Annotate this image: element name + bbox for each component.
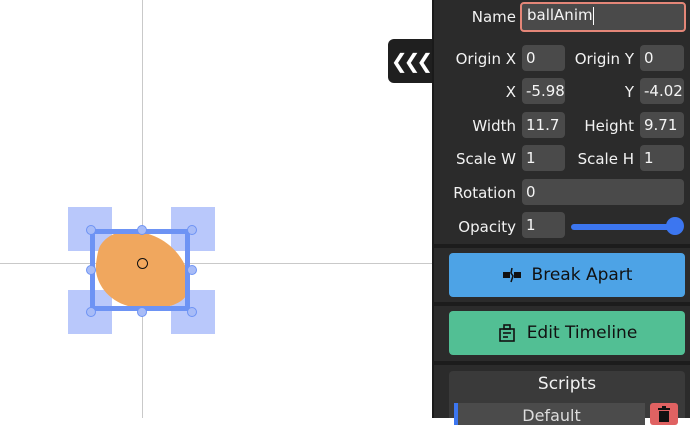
resize-handle-top-left[interactable] (86, 225, 96, 235)
break-apart-button[interactable]: Break Apart (449, 253, 685, 297)
width-label: Width (472, 117, 516, 135)
resize-handle-bottom-right[interactable] (187, 307, 197, 317)
ball-shape[interactable] (0, 0, 432, 418)
chevrons-left-icon: ❮❮❮ (390, 49, 433, 73)
scale-w-label: Scale W (456, 150, 516, 168)
height-input[interactable]: 9.71 (640, 112, 684, 138)
x-input[interactable]: -5.98 (522, 78, 565, 104)
width-input[interactable]: 11.7 (522, 112, 565, 138)
break-apart-label: Break Apart (531, 265, 633, 285)
rotation-label: Rotation (453, 184, 516, 202)
resize-handle-bottom[interactable] (137, 307, 147, 317)
section-divider (434, 361, 690, 365)
resize-handle-left[interactable] (86, 265, 96, 275)
origin-x-label: Origin X (455, 50, 516, 68)
text-cursor (592, 6, 594, 25)
origin-x-input[interactable]: 0 (522, 45, 565, 71)
section-divider (434, 244, 690, 248)
resize-handle-right[interactable] (187, 265, 197, 275)
name-input-value: ballAnim (527, 6, 593, 24)
y-label: Y (624, 83, 634, 101)
edit-timeline-label: Edit Timeline (526, 323, 638, 343)
height-label: Height (584, 117, 634, 135)
origin-point[interactable] (137, 258, 148, 269)
stage-canvas[interactable] (0, 0, 432, 418)
timeline-icon (498, 324, 515, 342)
selection-box[interactable] (90, 229, 190, 311)
break-apart-icon (502, 267, 521, 283)
trash-icon (658, 406, 670, 422)
x-label: X (505, 83, 516, 101)
opacity-slider-thumb[interactable] (666, 217, 684, 235)
delete-script-button[interactable] (650, 403, 678, 425)
scale-h-label: Scale H (577, 150, 634, 168)
section-divider (434, 302, 690, 306)
y-input[interactable]: -4.02 (640, 78, 684, 104)
opacity-label: Opacity (458, 218, 516, 236)
scale-h-input[interactable]: 1 (640, 145, 684, 171)
scripts-title: Scripts (537, 374, 597, 394)
resize-handle-top-right[interactable] (187, 225, 197, 235)
name-input[interactable]: ballAnim (520, 2, 686, 32)
scale-w-input[interactable]: 1 (522, 145, 565, 171)
origin-y-input[interactable]: 0 (640, 45, 684, 71)
collapse-panel-button[interactable]: ❮❮❮ (388, 39, 433, 83)
edit-timeline-button[interactable]: Edit Timeline (449, 311, 685, 355)
rotation-input[interactable]: 0 (522, 179, 684, 205)
name-label: Name (471, 8, 516, 26)
opacity-input[interactable]: 1 (522, 212, 565, 238)
origin-y-label: Origin Y (574, 50, 634, 68)
resize-handle-top[interactable] (137, 225, 147, 235)
opacity-slider[interactable] (571, 224, 681, 230)
script-item-default[interactable]: Default (454, 403, 645, 425)
resize-handle-bottom-left[interactable] (86, 307, 96, 317)
